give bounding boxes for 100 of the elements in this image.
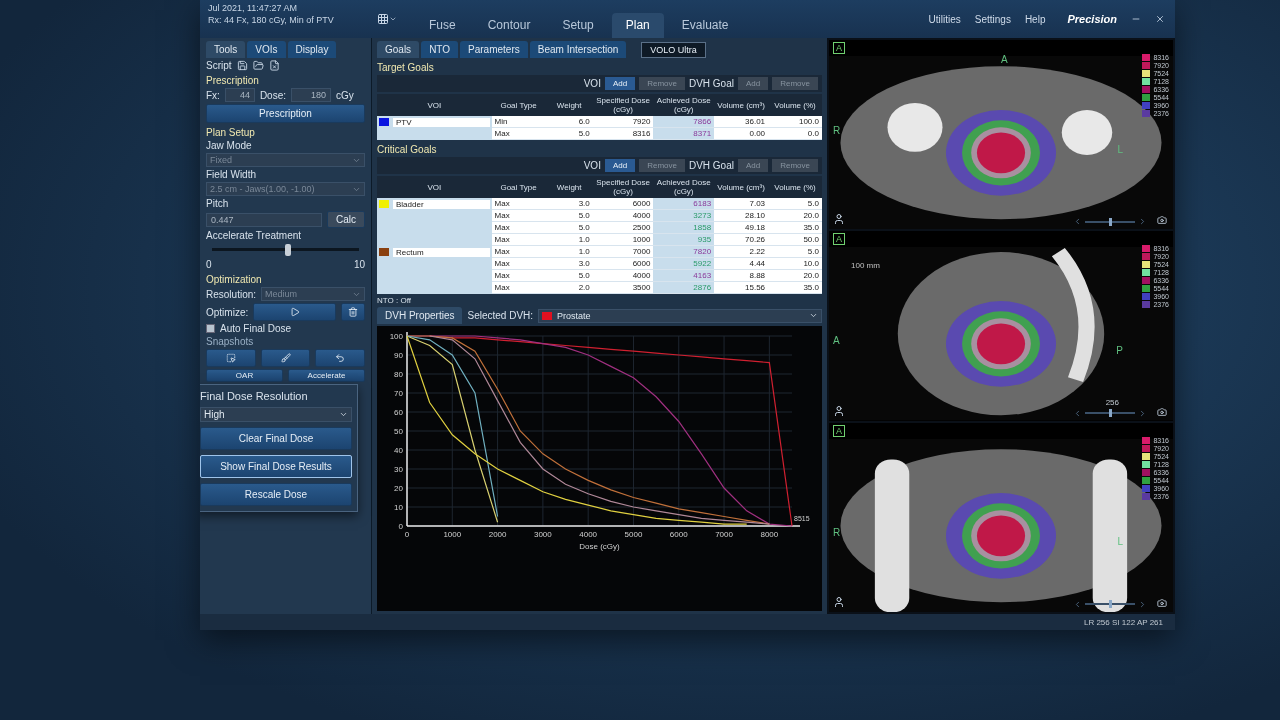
panel-tab[interactable]: VOIs xyxy=(247,41,286,58)
panel-tab[interactable]: Display xyxy=(287,41,337,58)
table-cell: 5.0 xyxy=(545,128,593,140)
panel-tab[interactable]: Tools xyxy=(206,41,246,58)
view-badge[interactable]: A xyxy=(833,233,845,246)
dose-field[interactable]: 180 xyxy=(291,88,331,102)
camera-icon[interactable] xyxy=(1157,215,1167,226)
voi-name[interactable]: Rectum xyxy=(393,248,490,257)
snapshot-button[interactable]: Accelerate xyxy=(288,369,365,382)
workflow-tab[interactable]: Evaluate xyxy=(667,13,743,38)
final-dose-button[interactable]: Rescale Dose xyxy=(200,483,352,506)
save-icon[interactable] xyxy=(236,60,248,71)
fx-field[interactable]: 44 xyxy=(224,88,255,102)
table-cell: Max xyxy=(491,210,546,222)
x-tick-label: 6000 xyxy=(669,530,688,539)
voi-name[interactable]: PTV xyxy=(393,118,490,127)
goals-tab[interactable]: Beam Intersection xyxy=(529,41,627,58)
dvh-properties-tab[interactable]: DVH Properties xyxy=(377,307,463,324)
goals-tab[interactable]: NTO xyxy=(421,41,459,58)
calc-button[interactable]: Calc xyxy=(327,211,365,228)
section-title: Target Goals xyxy=(377,62,435,73)
table-cell: 8.88 xyxy=(714,270,769,282)
scale-label: 100 mm xyxy=(851,261,880,271)
camera-icon[interactable] xyxy=(1157,598,1167,608)
column-header: Volume (cm³) xyxy=(714,94,769,116)
workflow-tab[interactable]: Contour xyxy=(473,13,545,38)
play-icon xyxy=(289,307,300,317)
table-cell: 8316 xyxy=(592,128,654,140)
workflow-tab[interactable]: Setup xyxy=(548,13,608,38)
pitch-label: Pitch xyxy=(206,198,230,209)
slice-slider-thumb[interactable] xyxy=(1109,409,1112,418)
y-tick-label: 70 xyxy=(394,389,403,398)
orientation-label: A xyxy=(833,335,840,347)
head-icon[interactable] xyxy=(833,213,845,226)
table-cell: 5922 xyxy=(653,258,715,270)
table-cell: 35.0 xyxy=(768,282,822,294)
slice-slider-thumb[interactable] xyxy=(1109,600,1112,609)
workflow-tab[interactable]: Fuse xyxy=(415,13,470,38)
menu-item[interactable]: Utilities xyxy=(928,13,961,25)
fx-label: Fx: xyxy=(206,89,220,101)
final-dose-button[interactable]: Show Final Dose Results xyxy=(200,455,352,478)
dvh-goal-label: DVH Goal xyxy=(688,160,734,171)
checkbox[interactable] xyxy=(206,324,215,333)
dvh-goal-label: DVH Goal xyxy=(688,78,734,89)
brush-button[interactable] xyxy=(260,349,311,367)
view-badge[interactable]: A xyxy=(833,42,845,54)
delete-file-icon[interactable] xyxy=(268,60,280,71)
y-tick-label: 50 xyxy=(394,427,403,436)
final-dose-button[interactable]: Clear Final Dose xyxy=(200,427,352,450)
head-icon[interactable] xyxy=(833,404,845,417)
folder-icon[interactable] xyxy=(252,60,264,71)
column-header: Goal Type xyxy=(491,94,546,116)
slice-slider-thumb[interactable] xyxy=(1109,217,1112,226)
voi-action-button[interactable]: Add xyxy=(604,77,636,90)
goals-tab[interactable]: Parameters xyxy=(460,41,528,58)
orientation-label: L xyxy=(1117,144,1123,156)
table-cell: 5.0 xyxy=(545,270,593,282)
snapshot-button[interactable]: OAR xyxy=(206,369,283,382)
view-badge[interactable]: A xyxy=(833,424,845,437)
x-tick-label: 8000 xyxy=(760,530,779,539)
select-region-button[interactable] xyxy=(206,349,256,367)
trash-button[interactable] xyxy=(341,303,365,321)
table-cell: 7920 xyxy=(592,116,654,128)
plan-date: Jul 2021, 11:47:27 AM xyxy=(208,3,298,13)
field-width-label: Field Width xyxy=(206,169,257,180)
prescription-button[interactable]: Prescription xyxy=(206,104,365,123)
table-cell: Max xyxy=(491,222,546,234)
voi-name[interactable]: Bladder xyxy=(393,200,490,209)
table-cell: Max xyxy=(491,282,546,294)
resolution-label: Resolution: xyxy=(206,288,257,300)
table-cell: 1858 xyxy=(653,222,715,234)
camera-icon[interactable] xyxy=(1157,406,1167,417)
table-cell: Min xyxy=(491,116,546,128)
pitch-field[interactable]: 0.447 xyxy=(206,212,322,227)
table-cell: 5.0 xyxy=(768,198,822,210)
table-cell: Max xyxy=(491,234,546,246)
undo-button[interactable] xyxy=(315,349,365,367)
table-cell: 20.0 xyxy=(768,210,822,222)
brand-logo: Precision xyxy=(1067,13,1117,25)
section-title: Critical Goals xyxy=(377,144,438,155)
table-cell: 3273 xyxy=(653,210,715,222)
goals-tab[interactable]: Goals xyxy=(377,41,420,58)
selected-dvh-dropdown[interactable]: Prostate xyxy=(538,308,822,323)
x-tick-label: 0 xyxy=(404,530,410,539)
slider-max-label: 10 xyxy=(353,259,365,270)
menu-item[interactable]: Settings xyxy=(974,13,1011,25)
checkbox-label: Auto Final Dose xyxy=(220,323,292,334)
play-button[interactable] xyxy=(253,303,336,321)
table-cell: 28.10 xyxy=(714,210,769,222)
menu-item[interactable]: Help xyxy=(1024,13,1046,25)
voi-action-button[interactable]: Add xyxy=(604,159,636,172)
head-icon[interactable] xyxy=(833,596,845,608)
table-cell: 1.0 xyxy=(545,246,593,258)
close-icon[interactable] xyxy=(1155,14,1165,24)
workflow-tab[interactable]: Plan xyxy=(611,13,664,38)
table-cell: 5.0 xyxy=(545,222,593,234)
final-dose-resolution-dropdown[interactable]: High xyxy=(200,407,352,422)
table-cell: 36.01 xyxy=(714,116,769,128)
slider-thumb[interactable] xyxy=(285,244,292,256)
y-tick-label: 40 xyxy=(394,446,403,455)
